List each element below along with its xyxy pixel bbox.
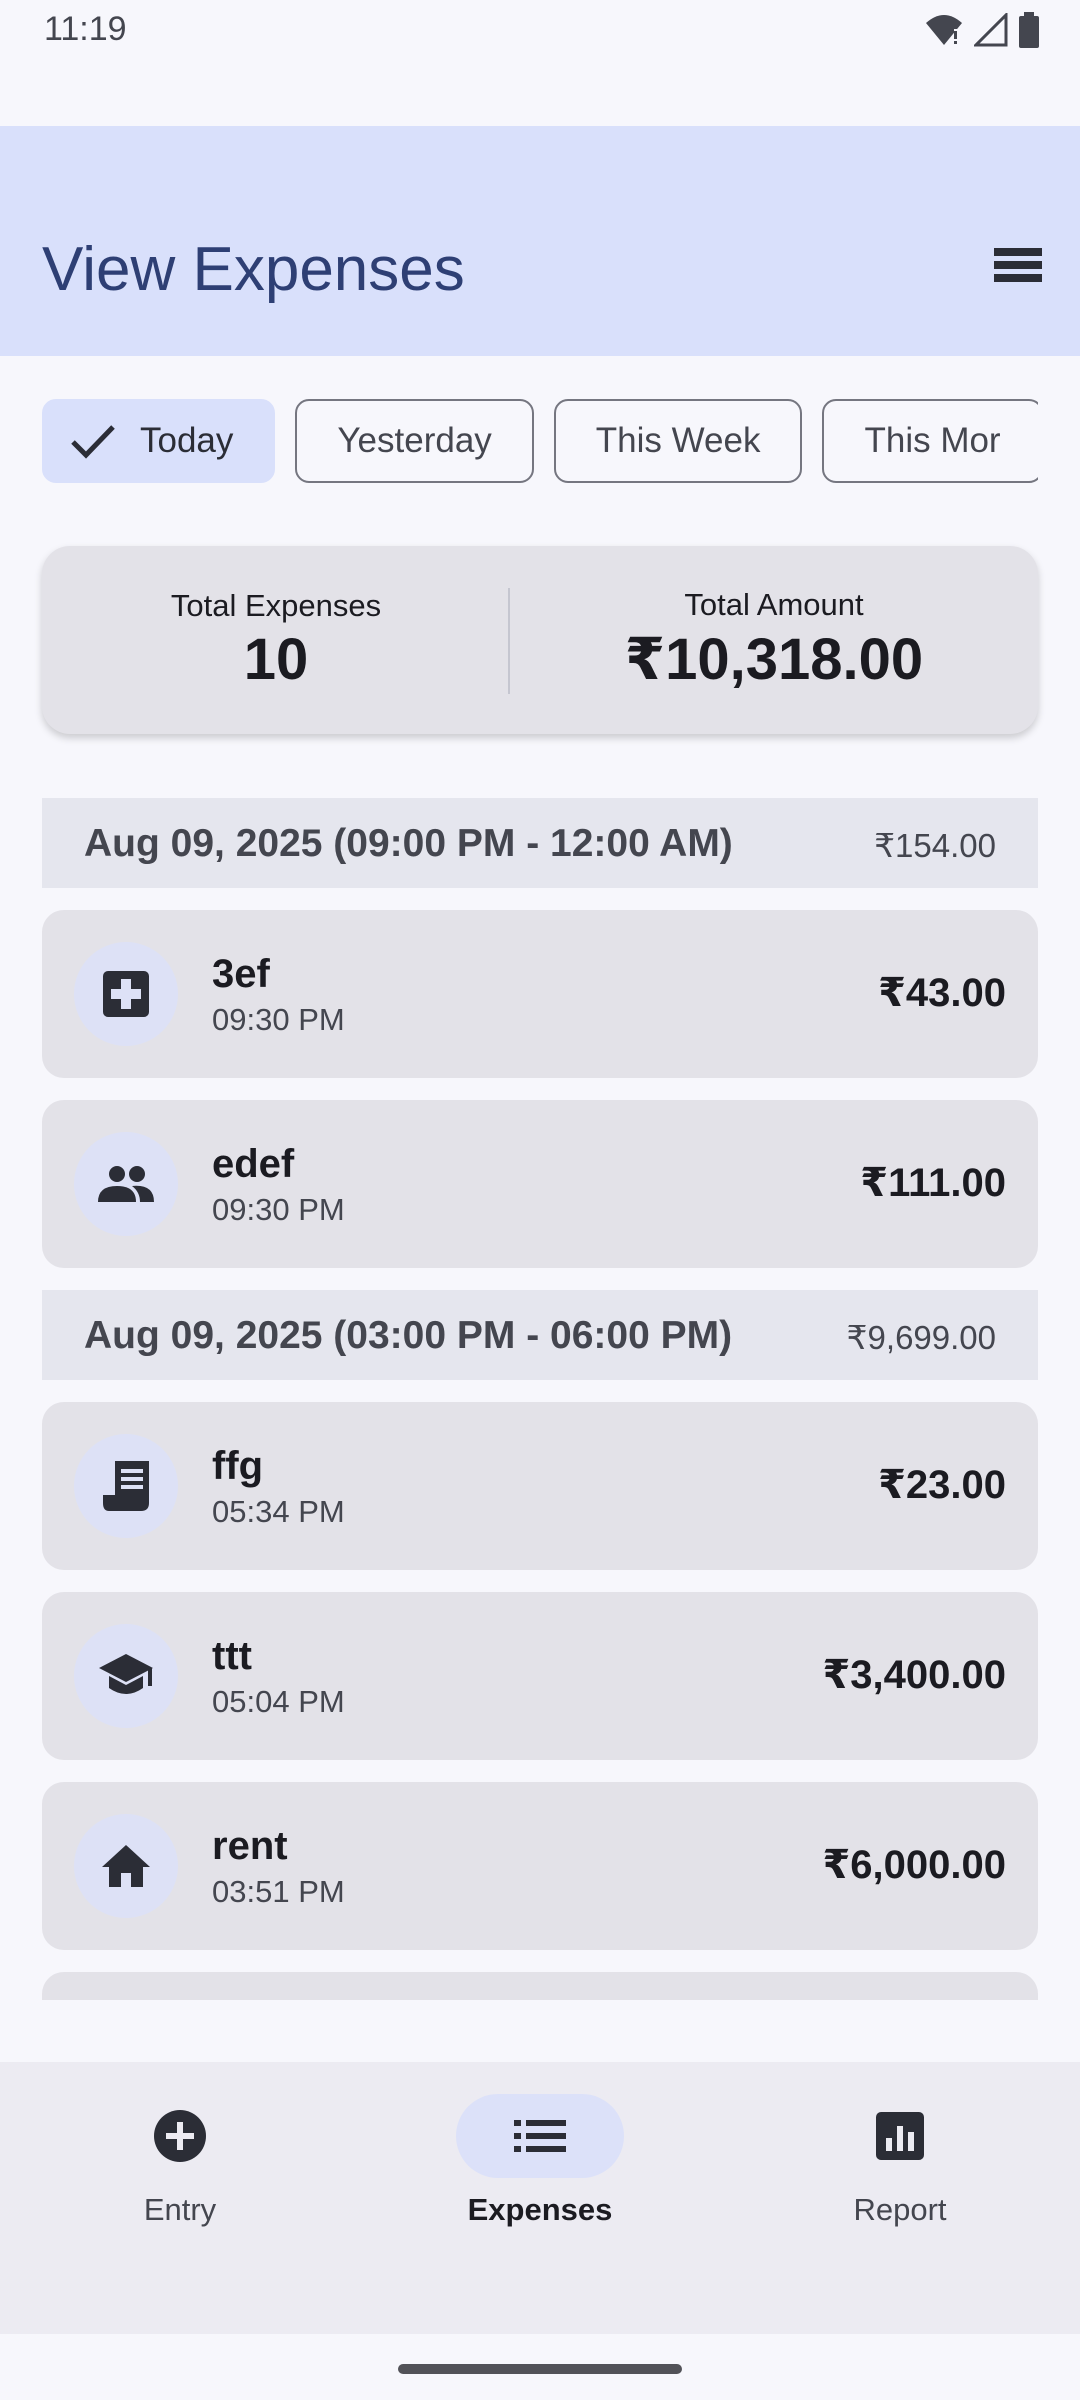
- status-time: 11:19: [44, 10, 127, 48]
- people-icon: [98, 1166, 154, 1202]
- wifi-icon: [926, 15, 962, 45]
- menu-button[interactable]: [984, 231, 1052, 299]
- report-icon: [876, 2112, 924, 2160]
- nav-report[interactable]: Report: [720, 2094, 1080, 2294]
- nav-expenses-label: Expenses: [467, 2192, 613, 2227]
- signal-icon: [974, 13, 1008, 47]
- nav-expenses-pill: [456, 2094, 624, 2178]
- chip-label: This Mor: [864, 421, 1001, 460]
- item-amount: ₹111.00: [860, 1161, 1006, 1205]
- gesture-bar: [0, 2334, 1080, 2400]
- battery-icon: [1019, 12, 1039, 48]
- home-gesture-handle[interactable]: [398, 2364, 682, 2374]
- group-header: Aug 09, 2025 (09:00 PM - 12:00 AM) ₹154.…: [42, 798, 1038, 888]
- item-name: edef: [212, 1142, 295, 1186]
- receipt-icon: [103, 1461, 149, 1511]
- group-title: Aug 09, 2025 (09:00 PM - 12:00 AM): [84, 822, 733, 865]
- item-name: 3ef: [212, 952, 270, 996]
- item-time: 09:30 PM: [212, 1192, 345, 1227]
- total-amount-label: Total Amount: [684, 587, 864, 622]
- chip-label: Yesterday: [337, 421, 492, 460]
- status-icons: [924, 12, 1040, 48]
- medical-icon: [103, 971, 149, 1017]
- item-icon-circle: [74, 1434, 178, 1538]
- page-title: View Expenses: [42, 235, 465, 304]
- nav-entry[interactable]: Entry: [0, 2094, 360, 2294]
- total-expenses: Total Expenses 10: [42, 546, 510, 734]
- nav-report-label: Report: [853, 2192, 947, 2227]
- check-icon: [71, 425, 115, 459]
- summary-card: Total Expenses 10 Total Amount ₹10,318.0…: [42, 546, 1038, 734]
- item-time: 05:34 PM: [212, 1494, 345, 1529]
- item-time: 05:04 PM: [212, 1684, 345, 1719]
- chip-yesterday[interactable]: Yesterday: [295, 399, 534, 483]
- status-bar: 11:19: [0, 0, 1080, 126]
- expense-item[interactable]: rent 03:51 PM ₹6,000.00: [42, 1782, 1038, 1950]
- chip-label: This Week: [595, 421, 761, 460]
- item-amount: ₹23.00: [878, 1463, 1006, 1507]
- expense-item[interactable]: ffg 05:34 PM ₹23.00: [42, 1402, 1038, 1570]
- nav-report-pill: [816, 2094, 984, 2178]
- nav-expenses[interactable]: Expenses: [360, 2094, 720, 2294]
- nav-entry-label: Entry: [143, 2192, 217, 2227]
- bottom-nav: Entry Expenses Report: [0, 2062, 1080, 2334]
- expense-item[interactable]: edef 09:30 PM ₹111.00: [42, 1100, 1038, 1268]
- group-title: Aug 09, 2025 (03:00 PM - 06:00 PM): [84, 1314, 733, 1357]
- item-name: ffg: [212, 1444, 264, 1488]
- chip-this-month[interactable]: This Mor: [822, 399, 1038, 483]
- total-expenses-label: Total Expenses: [170, 587, 382, 623]
- chip-today[interactable]: Today: [42, 399, 276, 483]
- total-amount-value: ₹10,318.00: [624, 627, 924, 692]
- menu-icon: [994, 248, 1042, 282]
- add-circle-icon: [154, 2110, 206, 2162]
- group-total: ₹9,699.00: [846, 1319, 996, 1356]
- expense-item-partial[interactable]: [42, 1972, 1038, 2000]
- item-amount: ₹3,400.00: [822, 1653, 1006, 1697]
- item-time: 09:30 PM: [212, 1002, 345, 1037]
- expense-item[interactable]: ttt 05:04 PM ₹3,400.00: [42, 1592, 1038, 1760]
- school-icon: [99, 1654, 153, 1694]
- item-time: 03:51 PM: [212, 1874, 345, 1909]
- filter-chips: Today Yesterday This Week This Mor: [42, 399, 1038, 483]
- nav-entry-pill: [96, 2094, 264, 2178]
- list-icon: [514, 2120, 566, 2152]
- item-name: rent: [212, 1824, 288, 1868]
- item-icon-circle: [74, 1814, 178, 1918]
- item-amount: ₹43.00: [878, 971, 1006, 1015]
- expense-list[interactable]: Aug 09, 2025 (09:00 PM - 12:00 AM) ₹154.…: [42, 798, 1038, 2000]
- item-name: ttt: [212, 1634, 252, 1678]
- item-icon-circle: [74, 1132, 178, 1236]
- app-bar: View Expenses: [0, 126, 1080, 356]
- item-icon-circle: [74, 1624, 178, 1728]
- total-expenses-value: 10: [243, 626, 309, 692]
- group-header: Aug 09, 2025 (03:00 PM - 06:00 PM) ₹9,69…: [42, 1290, 1038, 1380]
- chip-label: Today: [140, 421, 234, 460]
- chip-this-week[interactable]: This Week: [553, 399, 803, 483]
- total-amount: Total Amount ₹10,318.00: [510, 546, 1038, 734]
- group-total: ₹154.00: [874, 827, 996, 864]
- item-amount: ₹6,000.00: [822, 1843, 1006, 1887]
- item-icon-circle: [74, 942, 178, 1046]
- home-icon: [102, 1845, 150, 1887]
- expense-item[interactable]: 3ef 09:30 PM ₹43.00: [42, 910, 1038, 1078]
